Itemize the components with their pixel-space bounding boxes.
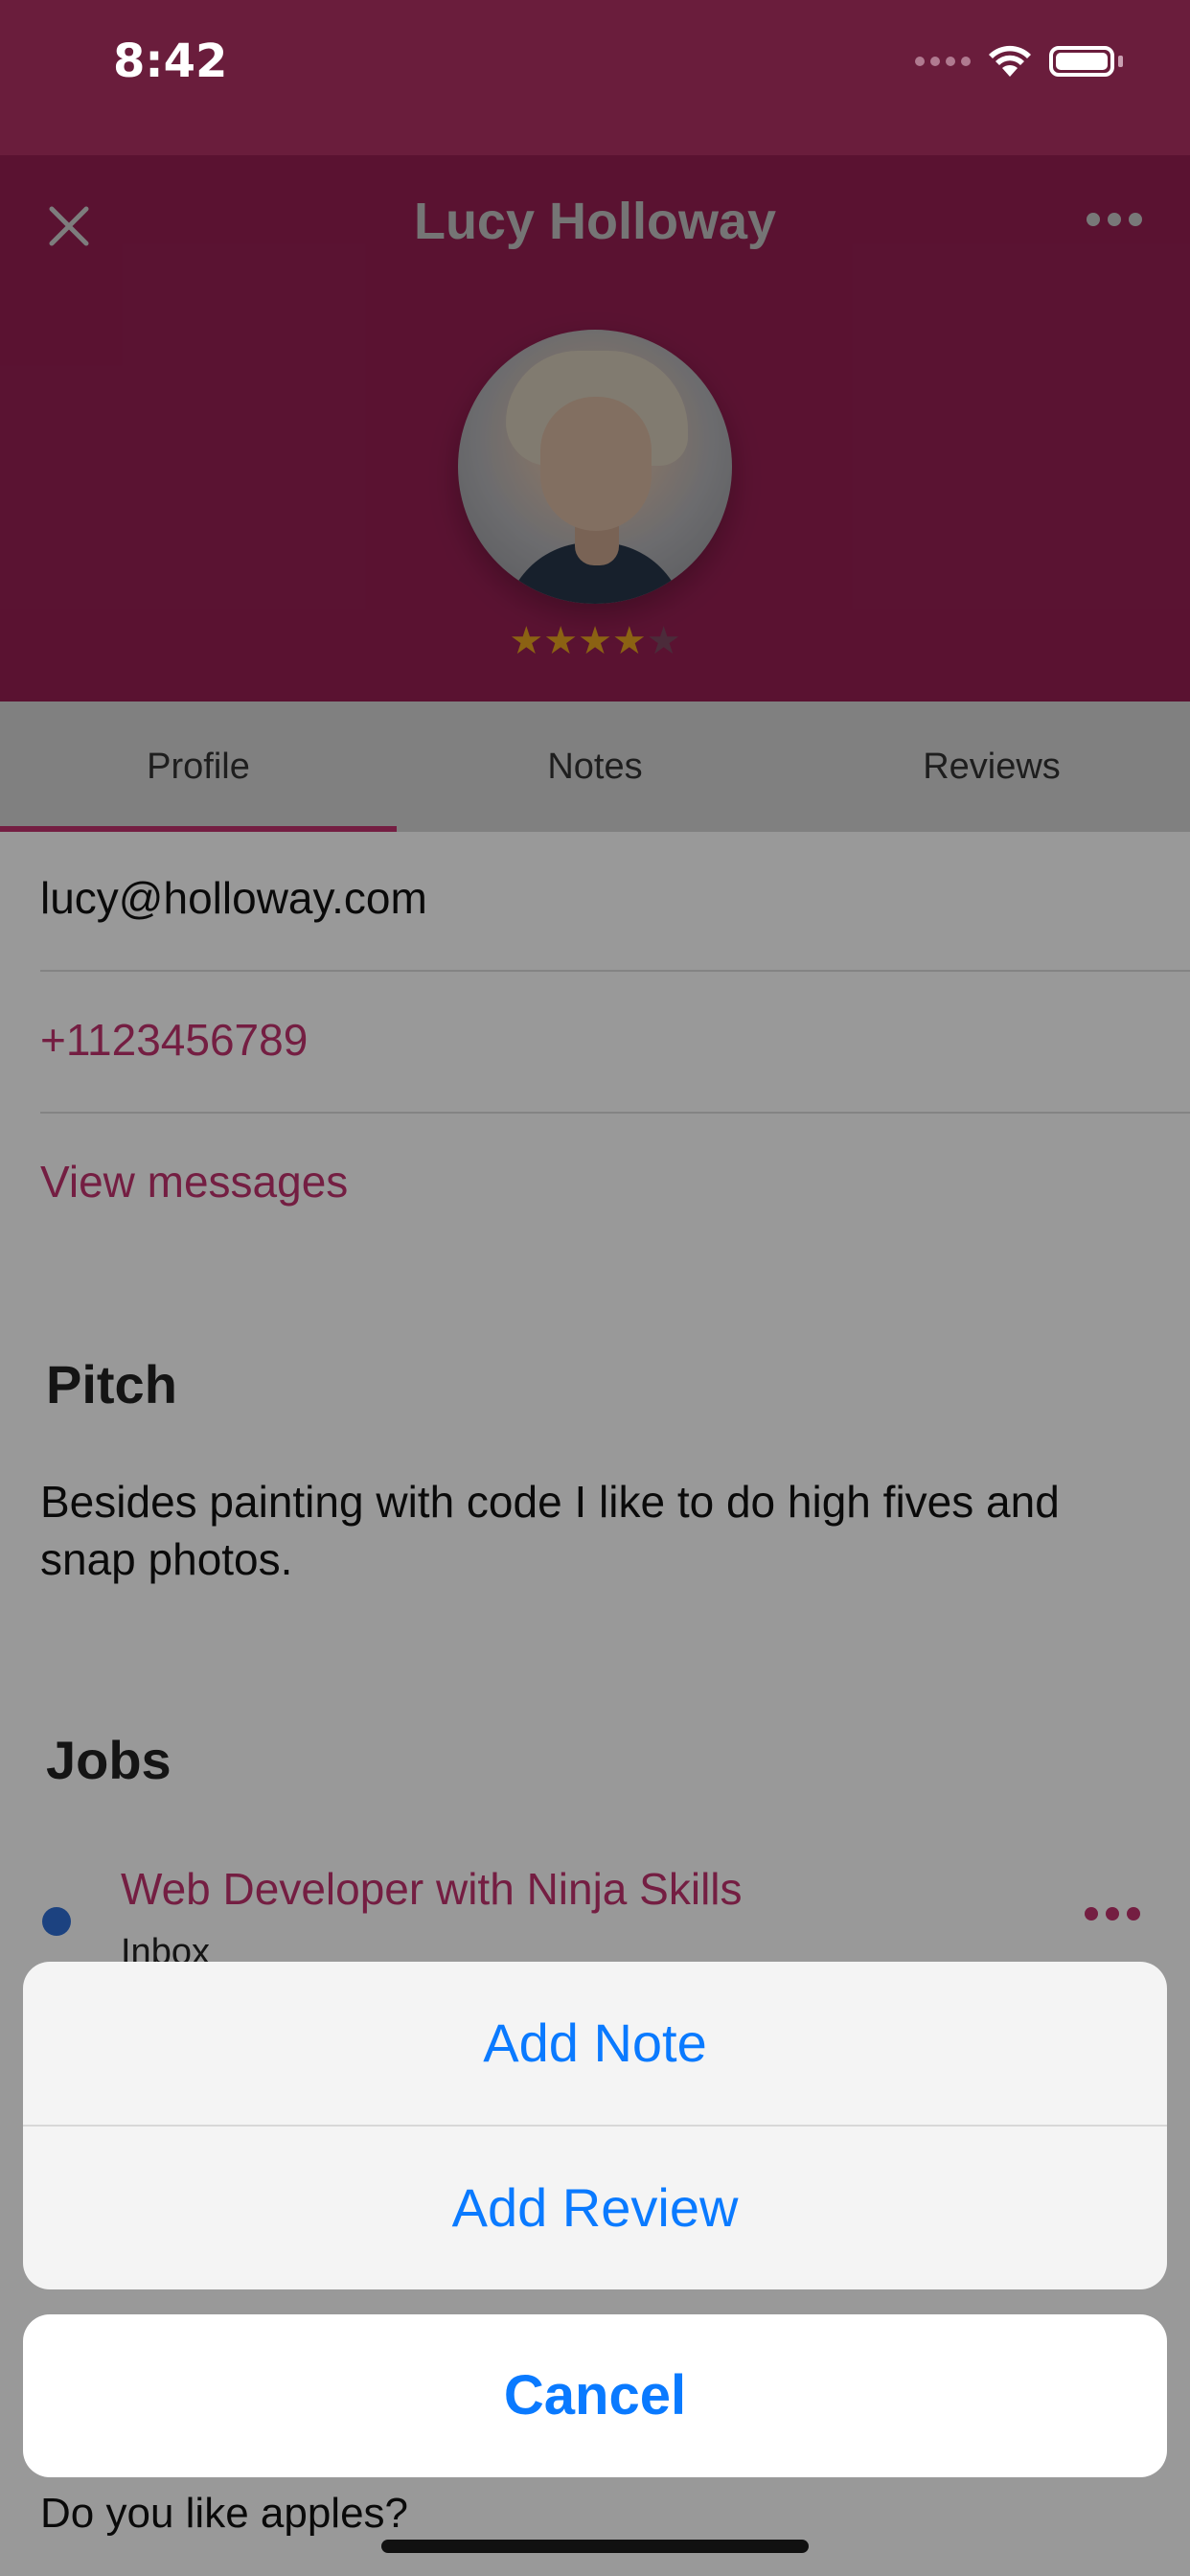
home-indicator	[381, 2540, 809, 2553]
action-sheet: Add Note Add Review	[23, 1962, 1167, 2289]
cancel-button[interactable]: Cancel	[23, 2314, 1167, 2477]
status-icons	[915, 44, 1123, 79]
battery-icon	[1049, 46, 1114, 77]
status-time: 8:42	[113, 34, 228, 88]
status-bar: 8:42	[0, 0, 1190, 155]
cellular-signal-icon	[915, 57, 971, 66]
add-review-button[interactable]: Add Review	[23, 2127, 1167, 2289]
add-note-button[interactable]: Add Note	[23, 1962, 1167, 2125]
wifi-icon	[989, 45, 1031, 77]
